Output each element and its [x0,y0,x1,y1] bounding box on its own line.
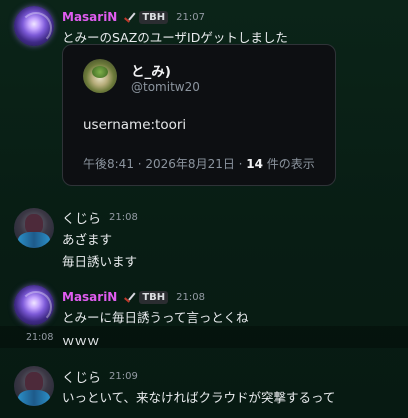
message-text: いっといて、来なければクラウドが突撃するって [62,390,336,405]
embed-author-handle[interactable]: @tomitw20 [131,80,200,94]
author-name[interactable]: MasariN [62,10,117,24]
message-header: くじら 21:08 [62,208,138,227]
avatar[interactable] [14,6,54,46]
message-header: くじら 21:09 [62,367,138,386]
link-embed[interactable]: と_み) @tomitw20 username:toori 午後8:41 · 2… [62,44,336,186]
timestamp: 21:07 [176,11,205,23]
sword-icon [123,11,135,23]
author-name[interactable]: MasariN [62,290,117,304]
embed-author-name[interactable]: と_み) [131,60,171,80]
avatar-body [18,390,50,406]
chat-log: MasariN TBH 21:07 とみーのSAZのユーザIDゲットしました と… [0,0,408,418]
embed-meta: 午後8:41 · 2026年8月21日 · 14 件の表示 [83,155,315,172]
timestamp: 21:09 [109,370,138,382]
message-header: MasariN TBH 21:07 [62,9,205,25]
embed-view-suffix: 件の表示 [262,157,315,171]
avatar-face [25,372,43,392]
message-header: MasariN TBH 21:08 [62,289,205,305]
embed-body-text: username:toori [83,117,187,133]
timestamp: 21:08 [109,211,138,223]
gutter-timestamp: 21:08 [26,332,54,343]
embed-avatar[interactable] [83,59,117,93]
role-tag[interactable]: TBH [139,10,169,24]
author-name[interactable]: くじら [62,208,101,227]
embed-meta-date: 午後8:41 · 2026年8月21日 · [83,157,247,171]
avatar[interactable] [14,208,54,248]
avatar-body [18,232,50,248]
embed-view-count: 14 [246,157,263,171]
avatar[interactable] [14,285,54,325]
message-text: あざます [62,232,113,247]
message-text: ｗｗｗ [62,333,100,348]
message-text: とみーに毎日誘うって言っとくね [62,310,249,325]
sword-icon [123,291,135,303]
avatar[interactable] [14,366,54,406]
message-text: 毎日誘います [62,254,138,269]
timestamp: 21:08 [176,291,205,303]
author-name[interactable]: くじら [62,367,101,386]
role-tag[interactable]: TBH [139,290,169,304]
avatar-face [25,214,43,234]
